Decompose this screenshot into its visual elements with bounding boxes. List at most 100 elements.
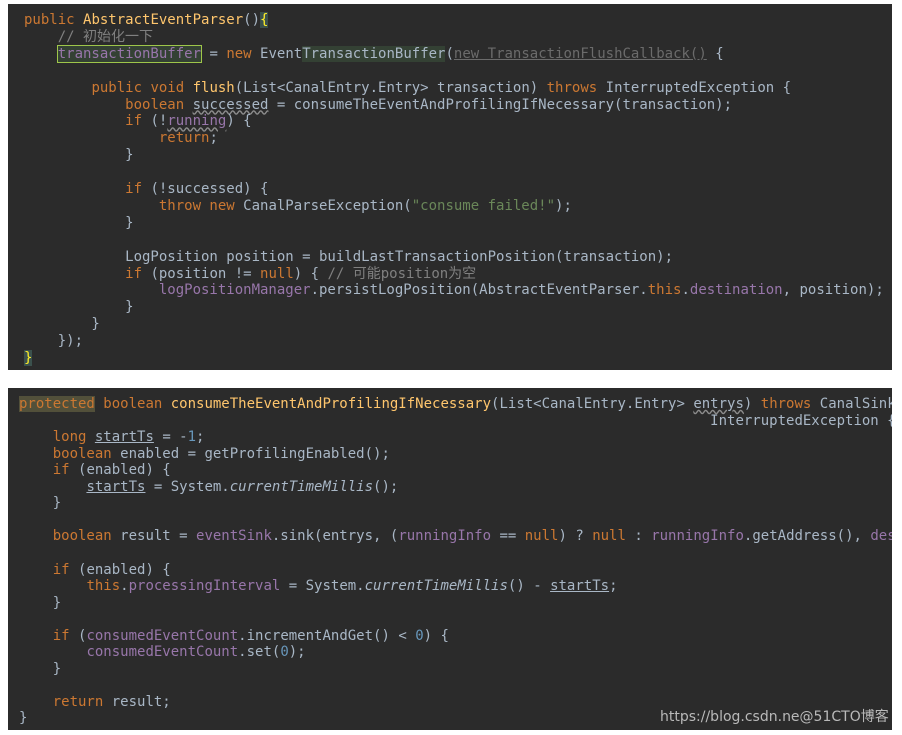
code-token: (! <box>150 113 168 130</box>
code-token: CanalSinkException, <box>819 396 892 412</box>
code-token: } <box>19 594 62 611</box>
code-token: processingInterval <box>128 578 281 595</box>
code-token: } <box>19 660 62 677</box>
code-token: = System. <box>145 478 230 495</box>
code-token: // 可能position为空 <box>327 265 477 282</box>
code-token: // 初始化一下 <box>57 28 154 45</box>
code-token: InterruptedException { <box>605 79 792 96</box>
code-token: this <box>86 578 121 595</box>
code-line: long startTs = -1; <box>19 429 205 446</box>
code-token: AbstractEventParser <box>83 12 244 28</box>
code-token: . <box>120 578 129 595</box>
code-token: new <box>226 45 261 62</box>
code-token: = <box>201 45 227 62</box>
code-token: result; <box>111 693 171 710</box>
code-token: startTs <box>94 429 154 446</box>
code-token: result = <box>120 528 197 545</box>
code-token: . <box>681 282 690 299</box>
code-token: return <box>52 693 112 710</box>
code-token: throws <box>546 79 606 96</box>
code-token: ) { <box>293 265 328 282</box>
code-token: return <box>158 130 210 147</box>
code-token: CanalParseException( <box>243 197 412 214</box>
code-token: protected <box>19 396 95 412</box>
code-token: if <box>125 181 151 197</box>
code-line: return result; <box>19 694 171 711</box>
code-token: boolean <box>52 445 121 462</box>
code-line: logPositionManager.persistLogPosition(Ab… <box>24 282 884 299</box>
code-token: = consumeTheEventAndProfilingIfNecessary… <box>268 96 733 113</box>
code-line: startTs = System.currentTimeMillis(); <box>19 479 398 496</box>
code-token: public <box>24 12 84 28</box>
code-line: } <box>24 215 133 232</box>
code-token: ; <box>209 130 218 147</box>
code-token: if <box>52 627 79 644</box>
code-token: if <box>52 561 79 578</box>
code-token: () - <box>507 578 551 595</box>
code-token: new TransactionFlushCallback() <box>453 45 707 62</box>
code-token: enabled = getProfilingEnabled(); <box>120 445 390 462</box>
code-line: if (!running) { <box>24 113 252 130</box>
code-token: } <box>24 316 100 333</box>
code-token: destination <box>689 282 783 299</box>
code-token: } <box>24 147 134 164</box>
code-token: ); <box>288 644 306 661</box>
code-token: ( <box>445 45 454 62</box>
code-line: public AbstractEventParser(){ <box>24 12 269 29</box>
code-token: destination <box>870 528 892 545</box>
code-token: transactionBuffer <box>56 44 203 63</box>
code-line: } <box>24 299 133 316</box>
code-line: public void flush(List<CanalEntry.Entry>… <box>24 80 791 97</box>
code-token: long <box>52 429 95 446</box>
code-token: public void <box>91 79 193 96</box>
code-token: 0 <box>280 644 289 661</box>
code-line: if (position != null) { // 可能position为空 <box>24 266 476 283</box>
code-token: } <box>24 350 33 366</box>
code-token: , position); <box>782 282 884 299</box>
code-line: if (!successed) { <box>24 181 268 198</box>
code-line: } <box>19 595 61 612</box>
code-panel-consume-method: protected boolean consumeTheEventAndProf… <box>8 388 892 730</box>
code-token: runningInfo <box>651 528 744 545</box>
code-token: (List<CanalEntry.Entry> <box>491 396 694 412</box>
code-line: consumedEventCount.set(0); <box>19 644 306 661</box>
code-token: { <box>706 45 724 62</box>
code-token: throws <box>760 396 820 412</box>
code-token: Event <box>260 45 303 62</box>
code-token: .incrementAndGet() < <box>238 627 416 644</box>
code-token: (List<CanalEntry.Entry> transaction) <box>234 79 547 96</box>
code-line: this.processingInterval = System.current… <box>19 578 618 595</box>
code-line: // 初始化一下 <box>24 29 153 46</box>
code-token: }); <box>24 333 84 350</box>
code-token: == <box>491 528 525 545</box>
code-token: successed <box>192 96 269 113</box>
code-token: = - <box>153 429 188 446</box>
code-token: ) { <box>423 627 449 644</box>
code-token: flush <box>192 79 235 96</box>
watermark-text: https://blog.csdn.ne@51CTO博客 <box>660 709 889 725</box>
code-token: if <box>125 113 151 130</box>
code-token: .sink(entrys, ( <box>271 528 399 545</box>
code-token: ) { <box>226 113 252 130</box>
code-token: (enabled) { <box>78 561 171 578</box>
code-token: consumedEventCount <box>86 644 239 661</box>
code-token: (position != <box>150 265 261 282</box>
code-token: ); <box>555 197 572 214</box>
code-line: boolean enabled = getProfilingEnabled(); <box>19 446 390 463</box>
code-line: transactionBuffer = new EventTransaction… <box>24 44 724 63</box>
code-line: if (enabled) { <box>19 462 171 479</box>
code-line: InterruptedException { <box>19 413 892 430</box>
code-token: ; <box>609 578 618 595</box>
